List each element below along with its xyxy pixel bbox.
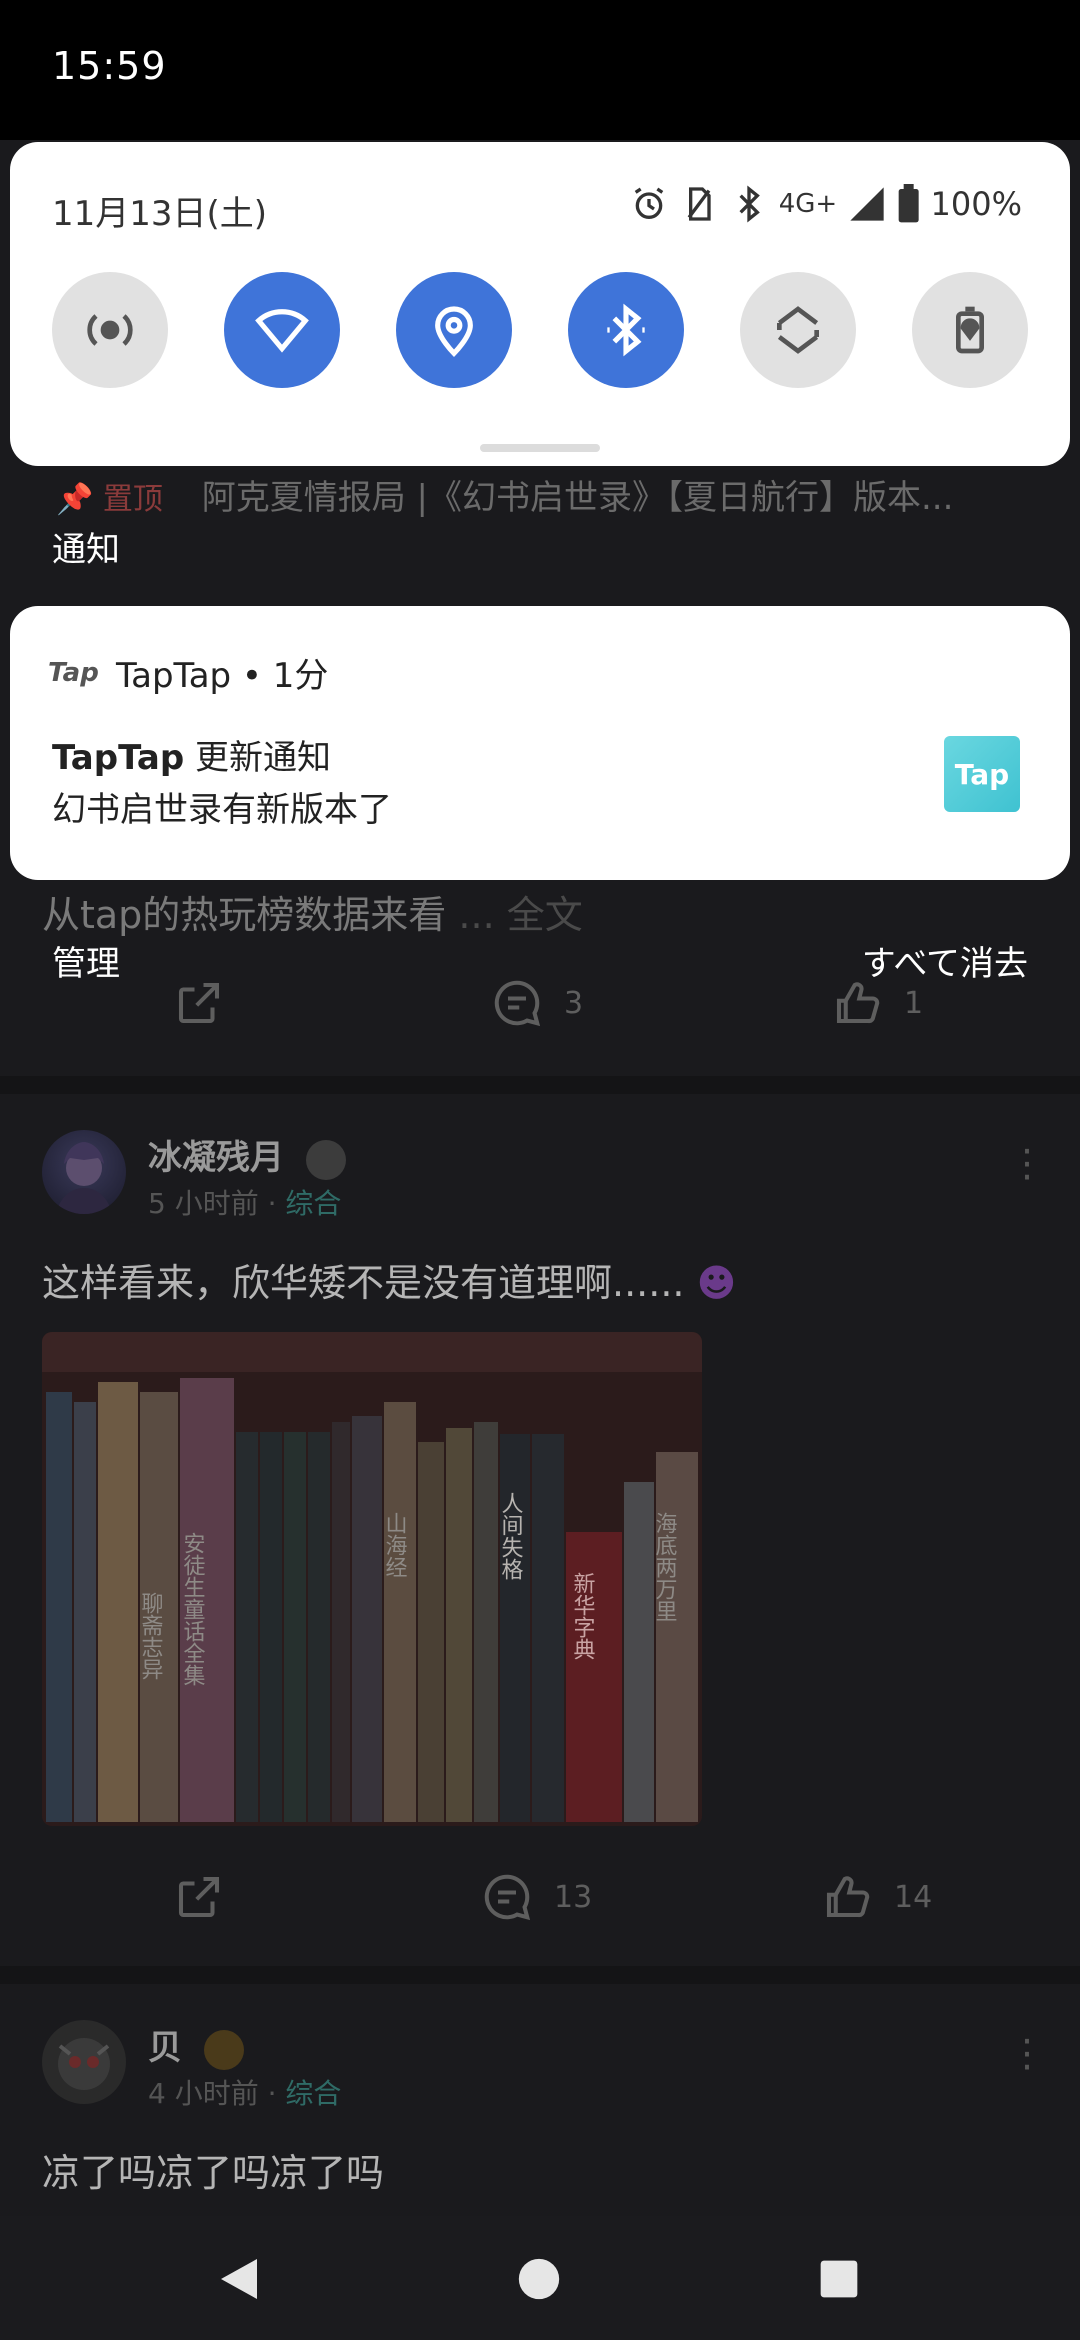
bluetooth-icon [607,303,645,357]
share-button[interactable] [172,1870,226,1924]
book-title: 山海经 [382,1512,408,1578]
location-icon [435,306,473,357]
book-title: 海底两万里 [652,1512,678,1622]
post-snippet[interactable]: 从tap的热玩榜数据来看 ... 全文 [42,884,583,939]
comment-button[interactable]: 3 [490,976,583,1030]
notification-app-icon: Tap [944,736,1020,812]
avatar[interactable] [42,1130,126,1214]
wifi-icon [255,309,309,353]
book-title: 人间失格 [498,1492,524,1580]
pinned-post[interactable]: 📌 置顶 阿克夏情报局 |《幻书启世录》【夏日航行】版本... [56,470,953,519]
like-button[interactable]: 14 [820,1870,932,1924]
comment-icon [484,1874,531,1921]
post-text[interactable]: 凉了吗凉了吗凉了吗 [42,2142,384,2197]
signal-icon [850,187,884,221]
post-username[interactable]: 冰凝残月 [148,1130,346,1180]
post-username[interactable]: 贝 [148,2020,244,2070]
battery-icon [898,184,919,223]
notification-body: 幻书启世录有新版本了 [52,790,392,830]
qs-date[interactable]: 11月13日(土) [52,186,267,235]
notification-card[interactable]: Tap TapTap • 1分 TapTap 更新通知 幻书启世录有新版本了 T… [10,606,1070,880]
level-badge-icon [203,2029,244,2070]
comment-count: 13 [554,1879,593,1915]
qs-tile-battery-saver[interactable] [912,272,1028,388]
recents-button[interactable] [806,2246,872,2312]
qs-tile-location[interactable] [396,272,512,388]
qs-tile-bluetooth[interactable] [568,272,684,388]
book-title: 聊斋志异 [138,1592,164,1680]
like-count: 14 [894,1879,933,1915]
network-type: 4G+ [778,189,838,219]
qs-tile-auto-rotate[interactable] [740,272,856,388]
bookshelf-image: 安徒生童话全集 聊斋志异 山海经 人间失格 新华字典 海底两万里 [42,1332,702,1826]
pinned-tag: 📌 置顶 [56,482,163,517]
home-button[interactable] [506,2246,572,2312]
taptap-logo-icon: Tap [48,657,99,688]
pinned-title: 阿克夏情报局 |《幻书启世录》【夏日航行】版本... [201,478,954,518]
avatar-image [56,1142,112,1214]
read-more-link[interactable]: ... 全文 [458,893,582,937]
post-meta: 5 小时前 · 综合 [148,1187,342,1220]
status-bar: 15:59 [0,0,1080,140]
bluetooth-icon [739,185,760,223]
qs-tile-hotspot[interactable] [52,272,168,388]
back-triangle-icon [221,2259,257,2299]
quick-settings-panel: 11月13日(土) 4G+ 100% [10,142,1070,466]
back-button[interactable] [206,2246,272,2312]
recents-square-icon [820,2260,858,2298]
no-sim-icon [687,187,711,221]
more-options-icon[interactable]: ⋮ [1008,2034,1046,2072]
emoji-icon: ☻ [684,1261,737,1305]
share-icon [178,1876,220,1918]
avatar-image [58,2038,110,2090]
post-category[interactable]: 综合 [285,2077,341,2110]
share-icon [178,982,220,1024]
comment-button[interactable]: 13 [480,1870,592,1924]
qs-tile-wifi[interactable] [224,272,340,388]
notification-app-header: Tap TapTap • 1分 [48,648,328,697]
battery-percent: 100% [930,185,1022,223]
post-divider [0,1966,1080,1984]
screen: 📌 置顶 阿克夏情报局 |《幻书启世录》【夏日航行】版本... 从tap的热玩榜… [0,0,1080,2340]
post-text[interactable]: 这样看来，欣华矮不是没有道理啊...... ☻ [42,1252,736,1307]
comment-count: 3 [564,985,584,1021]
alarm-icon [634,187,663,219]
notification-title: TapTap 更新通知 [52,738,331,778]
avatar[interactable] [42,2020,126,2104]
home-circle-icon [518,2258,560,2300]
post-snippet-text: 从tap的热玩榜数据来看 [42,893,447,937]
post-category[interactable]: 综合 [285,1187,341,1220]
qs-expand-handle[interactable] [480,444,600,452]
navigation-bar [0,2216,1080,2340]
clear-all-button[interactable]: すべて消去 [862,936,1028,985]
comment-icon [494,980,541,1027]
manage-notifications-button[interactable]: 管理 [52,936,120,985]
post-divider [0,1076,1080,1094]
thumbs-up-icon [826,1876,870,1918]
battery-saver-icon [956,306,984,354]
post-meta: 4 小时前 · 综合 [148,2077,342,2110]
status-time: 15:59 [52,44,167,88]
notifications-header: 通知 [52,530,120,570]
hotspot-icon [87,314,133,346]
level-badge-icon [305,1139,346,1180]
share-button[interactable] [172,976,226,1030]
more-options-icon[interactable]: ⋮ [1008,1144,1046,1182]
book-title: 新华字典 [570,1572,596,1660]
qs-status-icons: 4G+ 100% [629,184,1022,224]
book-title: 安徒生童话全集 [180,1532,206,1686]
post-photo[interactable]: 安徒生童话全集 聊斋志异 山海经 人间失格 新华字典 海底两万里 [42,1332,702,1826]
auto-rotate-icon [777,306,819,354]
like-count: 1 [904,985,924,1021]
notification-app-name: TapTap • 1分 [116,656,329,696]
